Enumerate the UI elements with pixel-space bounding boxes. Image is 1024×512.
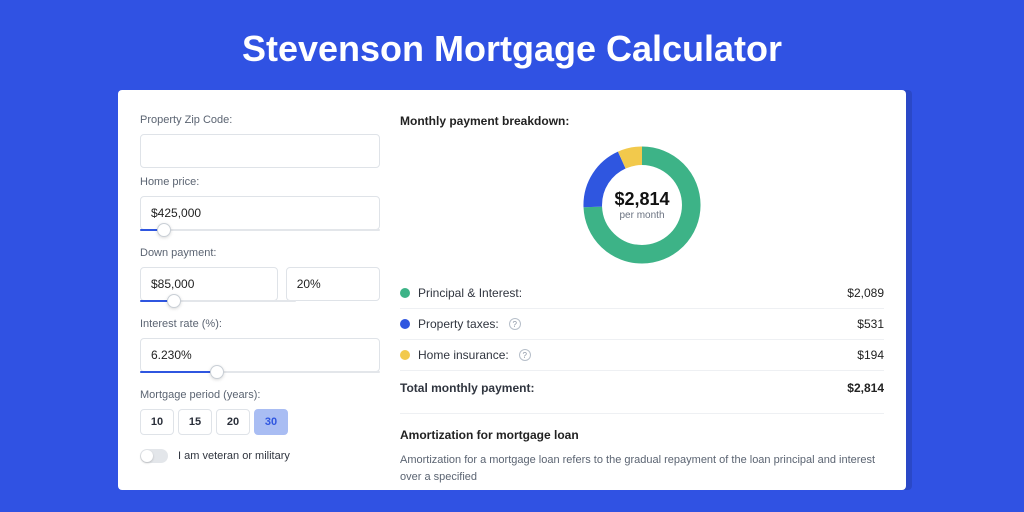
label-interest: Interest rate (%): xyxy=(140,318,380,330)
period-btn-10[interactable]: 10 xyxy=(140,409,174,435)
total-value: $2,814 xyxy=(847,381,884,395)
veteran-toggle[interactable] xyxy=(140,449,168,463)
amortization-title: Amortization for mortgage loan xyxy=(400,428,884,442)
donut-chart: $2,814 per month xyxy=(400,140,884,270)
down-payment-slider-thumb[interactable] xyxy=(167,294,181,308)
home-price-input[interactable] xyxy=(140,196,380,230)
field-period: Mortgage period (years): 10152030 xyxy=(140,389,380,435)
period-btn-30[interactable]: 30 xyxy=(254,409,288,435)
inputs-column: Property Zip Code: Home price: Down paym… xyxy=(140,114,380,490)
donut-sub: per month xyxy=(619,210,664,221)
field-down-payment: Down payment: xyxy=(140,247,380,302)
period-btn-20[interactable]: 20 xyxy=(216,409,250,435)
calculator-card: Property Zip Code: Home price: Down paym… xyxy=(118,90,906,490)
legend-label: Principal & Interest: xyxy=(418,286,522,300)
page-title: Stevenson Mortgage Calculator xyxy=(0,0,1024,90)
down-payment-slider[interactable] xyxy=(140,300,296,302)
legend-row-taxes: Property taxes:? $531 xyxy=(400,309,884,340)
down-payment-amount-input[interactable] xyxy=(140,267,278,301)
legend-label: Property taxes: xyxy=(418,317,499,331)
dot-icon xyxy=(400,319,410,329)
dot-icon xyxy=(400,288,410,298)
legend: Principal & Interest: $2,089 Property taxe… xyxy=(400,278,884,403)
amortization-body: Amortization for a mortgage loan refers … xyxy=(400,452,884,485)
legend-value: $531 xyxy=(857,317,884,331)
period-btn-15[interactable]: 15 xyxy=(178,409,212,435)
donut-center: $2,814 per month xyxy=(577,140,707,270)
field-home-price: Home price: xyxy=(140,176,380,231)
field-zip: Property Zip Code: xyxy=(140,114,380,168)
breakdown-title: Monthly payment breakdown: xyxy=(400,114,884,128)
dot-icon xyxy=(400,350,410,360)
label-down-payment: Down payment: xyxy=(140,247,380,259)
down-payment-pct-input[interactable] xyxy=(286,267,380,301)
total-label: Total monthly payment: xyxy=(400,381,534,395)
field-interest: Interest rate (%): xyxy=(140,318,380,373)
interest-input[interactable] xyxy=(140,338,380,372)
legend-value: $194 xyxy=(857,348,884,362)
label-period: Mortgage period (years): xyxy=(140,389,380,401)
info-icon[interactable]: ? xyxy=(519,349,531,361)
legend-row-total: Total monthly payment: $2,814 xyxy=(400,371,884,403)
zip-input[interactable] xyxy=(140,134,380,168)
legend-row-principal: Principal & Interest: $2,089 xyxy=(400,278,884,309)
period-group: 10152030 xyxy=(140,409,380,435)
legend-row-insurance: Home insurance:? $194 xyxy=(400,340,884,371)
info-icon[interactable]: ? xyxy=(509,318,521,330)
amortization-section: Amortization for mortgage loan Amortizat… xyxy=(400,413,884,485)
home-price-slider[interactable] xyxy=(140,229,380,231)
veteran-row: I am veteran or military xyxy=(140,449,380,463)
legend-label: Home insurance: xyxy=(418,348,509,362)
interest-slider-thumb[interactable] xyxy=(210,365,224,379)
legend-value: $2,089 xyxy=(847,286,884,300)
interest-slider[interactable] xyxy=(140,371,380,373)
breakdown-column: Monthly payment breakdown: $2,814 per mo… xyxy=(400,114,884,490)
label-home-price: Home price: xyxy=(140,176,380,188)
home-price-slider-thumb[interactable] xyxy=(157,223,171,237)
veteran-label: I am veteran or military xyxy=(178,450,290,462)
donut-value: $2,814 xyxy=(614,189,669,210)
label-zip: Property Zip Code: xyxy=(140,114,380,126)
